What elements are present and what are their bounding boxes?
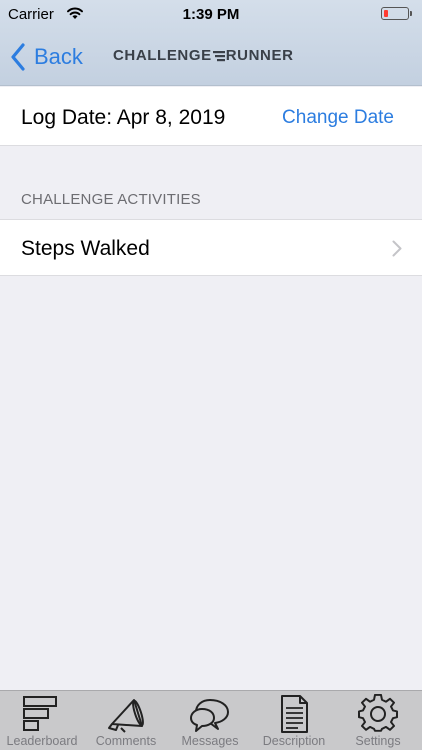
- tab-label: Leaderboard: [6, 734, 78, 748]
- back-button[interactable]: Back: [10, 40, 83, 74]
- battery-icon: [381, 7, 412, 20]
- brand-name-right: RUNNER: [225, 47, 294, 64]
- tab-comments[interactable]: Comments: [84, 691, 168, 750]
- chevron-right-icon: [392, 240, 402, 257]
- activity-label: Steps Walked: [21, 237, 150, 260]
- change-date-button[interactable]: Change Date: [282, 107, 394, 129]
- tab-bar: Leaderboard Comments Messages Descriptio…: [0, 690, 422, 750]
- tab-label: Comments: [95, 734, 157, 748]
- document-icon: [281, 695, 308, 733]
- chevron-left-icon: [11, 43, 25, 71]
- tab-leaderboard[interactable]: Leaderboard: [0, 691, 84, 750]
- back-label: Back: [34, 44, 83, 69]
- tab-label: Messages: [181, 734, 239, 748]
- activity-row-steps[interactable]: Steps Walked: [0, 219, 422, 276]
- tab-messages[interactable]: Messages: [168, 691, 252, 750]
- brand-name-left: CHALLENGE: [113, 47, 212, 64]
- section-header: CHALLENGE ACTIVITIES: [21, 191, 201, 208]
- log-date-label: Log Date: Apr 8, 2019: [21, 106, 226, 129]
- speed-lines-icon: [212, 50, 225, 61]
- tab-label: Description: [262, 734, 326, 748]
- brand-logo: CHALLENGE RUNNER: [113, 47, 294, 64]
- top-bar: Carrier 1:39 PM Back CHALLENGE RUNNER: [0, 0, 422, 86]
- megaphone-icon: [108, 699, 144, 733]
- tab-settings[interactable]: Settings: [336, 691, 420, 750]
- tab-description[interactable]: Description: [252, 691, 336, 750]
- status-time: 1:39 PM: [182, 6, 240, 23]
- log-date-row: Log Date: Apr 8, 2019 Change Date: [0, 87, 422, 146]
- tab-label: Settings: [355, 734, 401, 748]
- chat-bubbles-icon: [190, 699, 229, 732]
- battery-level: [384, 10, 388, 17]
- gear-icon: [358, 694, 398, 732]
- status-bar: Carrier 1:39 PM: [0, 0, 422, 30]
- navigation-bar: Back CHALLENGE RUNNER: [0, 30, 422, 86]
- leaderboard-icon: [23, 696, 57, 731]
